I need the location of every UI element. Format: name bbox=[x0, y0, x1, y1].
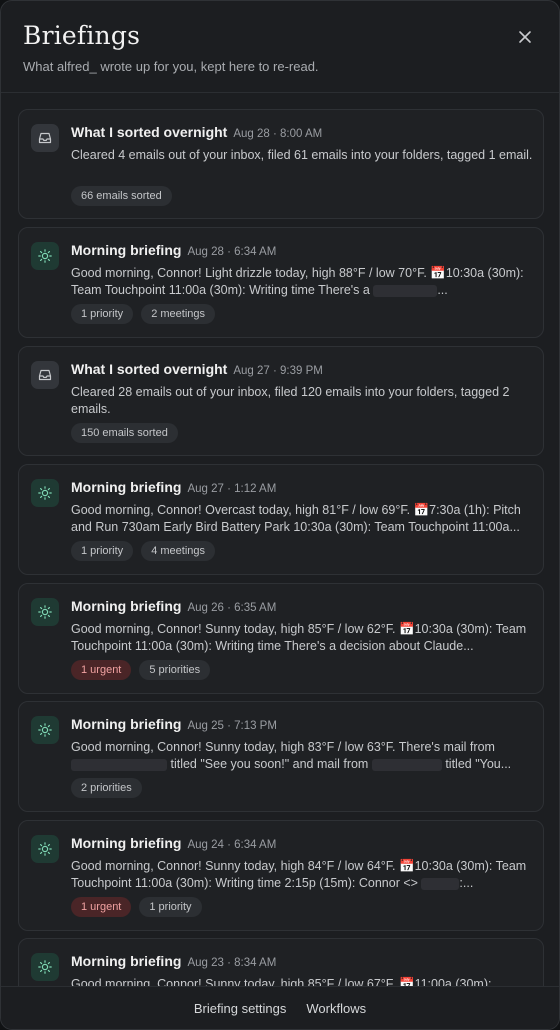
status-badge: 1 priority bbox=[71, 541, 134, 561]
tag-row: 1 urgent 5 priorities bbox=[71, 660, 211, 680]
card-body: Good morning, Connor! Sunny today, high … bbox=[71, 859, 527, 890]
card-title: Morning briefing Aug 27 · 1:12 AM bbox=[71, 479, 277, 495]
page-subtitle: What alfred_ wrote up for you, kept here… bbox=[23, 59, 319, 74]
card-time: Aug 27 · 1:12 AM bbox=[187, 483, 277, 495]
redacted-text bbox=[373, 284, 438, 297]
briefing-list[interactable]: What I sorted overnight Aug 28 · 8:00 AM … bbox=[1, 93, 559, 988]
briefing-card[interactable]: Morning briefing Aug 23 · 8:34 AM Good mo… bbox=[18, 938, 544, 988]
briefing-card[interactable]: Morning briefing Aug 25 · 7:13 PM Good mo… bbox=[18, 701, 544, 812]
card-time: Aug 24 · 6:34 AM bbox=[187, 839, 277, 851]
sun-icon bbox=[31, 598, 59, 626]
sun-icon bbox=[31, 716, 59, 744]
tag-row: 1 urgent 1 priority bbox=[71, 897, 202, 917]
tag-row: 1 priority 4 meetings bbox=[71, 541, 215, 561]
card-time: Aug 27 · 9:39 PM bbox=[233, 365, 323, 377]
page-title: Briefings bbox=[23, 21, 141, 50]
panel-header: Briefings What alfred_ wrote up for you,… bbox=[1, 1, 559, 93]
sun-icon bbox=[31, 835, 59, 863]
card-body: Cleared 4 emails out of your inbox, file… bbox=[71, 148, 533, 162]
status-badge: 4 meetings bbox=[141, 541, 215, 561]
briefing-card[interactable]: What I sorted overnight Aug 28 · 8:00 AM … bbox=[18, 109, 544, 219]
status-badge: 66 emails sorted bbox=[71, 186, 172, 206]
briefing-card[interactable]: Morning briefing Aug 24 · 6:34 AM Good mo… bbox=[18, 820, 544, 931]
card-title: Morning briefing Aug 23 · 8:34 AM bbox=[71, 953, 277, 969]
card-body: Good morning, Connor! Sunny today, high … bbox=[71, 622, 527, 653]
card-title: Morning briefing Aug 24 · 6:34 AM bbox=[71, 835, 277, 851]
card-title: Morning briefing Aug 25 · 7:13 PM bbox=[71, 716, 277, 732]
briefings-panel: Briefings What alfred_ wrote up for you,… bbox=[0, 0, 560, 1030]
card-time: Aug 26 · 6:35 AM bbox=[187, 602, 277, 614]
inbox-tray-icon bbox=[31, 124, 59, 152]
status-badge: 5 priorities bbox=[139, 660, 211, 680]
sun-icon bbox=[31, 953, 59, 981]
card-title: Morning briefing Aug 26 · 6:35 AM bbox=[71, 598, 277, 614]
status-badge: 1 priority bbox=[139, 897, 202, 917]
status-badge: 2 meetings bbox=[141, 304, 215, 324]
close-icon bbox=[519, 31, 531, 43]
tag-row: 150 emails sorted bbox=[71, 423, 178, 443]
status-badge: 2 priorities bbox=[71, 778, 142, 798]
briefing-card[interactable]: Morning briefing Aug 27 · 1:12 AM Good mo… bbox=[18, 464, 544, 575]
card-time: Aug 28 · 6:34 AM bbox=[187, 246, 277, 258]
card-title: Morning briefing Aug 28 · 6:34 AM bbox=[71, 242, 277, 258]
panel-footer: Briefing settings Workflows bbox=[1, 986, 559, 1029]
card-time: Aug 28 · 8:00 AM bbox=[233, 128, 323, 140]
redacted-text bbox=[71, 758, 167, 771]
urgent-badge: 1 urgent bbox=[71, 897, 132, 917]
tag-row: 2 priorities bbox=[71, 778, 142, 798]
card-body: Cleared 28 emails out of your inbox, fil… bbox=[71, 385, 510, 416]
tag-row: 66 emails sorted bbox=[71, 186, 172, 206]
redacted-text bbox=[371, 758, 442, 771]
close-button[interactable] bbox=[515, 27, 535, 47]
status-badge: 150 emails sorted bbox=[71, 423, 178, 443]
card-body: Good morning, Connor! Overcast today, hi… bbox=[71, 503, 521, 534]
sun-icon bbox=[31, 242, 59, 270]
briefing-card[interactable]: Morning briefing Aug 26 · 6:35 AM Good mo… bbox=[18, 583, 544, 694]
card-time: Aug 25 · 7:13 PM bbox=[187, 720, 277, 732]
tag-row: 1 priority 2 meetings bbox=[71, 304, 215, 324]
status-badge: 1 priority bbox=[71, 304, 134, 324]
briefing-card[interactable]: Morning briefing Aug 28 · 6:34 AM Good mo… bbox=[18, 227, 544, 338]
card-body: Good morning, Connor! Sunny today, high … bbox=[71, 740, 512, 771]
briefing-settings-link[interactable]: Briefing settings bbox=[194, 1001, 287, 1016]
redacted-text bbox=[421, 877, 460, 890]
briefing-card[interactable]: What I sorted overnight Aug 27 · 9:39 PM … bbox=[18, 346, 544, 456]
urgent-badge: 1 urgent bbox=[71, 660, 132, 680]
card-body: Good morning, Connor! Light drizzle toda… bbox=[71, 266, 524, 297]
inbox-tray-icon bbox=[31, 361, 59, 389]
sun-icon bbox=[31, 479, 59, 507]
card-title: What I sorted overnight Aug 27 · 9:39 PM bbox=[71, 361, 323, 377]
card-time: Aug 23 · 8:34 AM bbox=[187, 957, 277, 969]
card-title: What I sorted overnight Aug 28 · 8:00 AM bbox=[71, 124, 323, 140]
workflows-link[interactable]: Workflows bbox=[306, 1001, 366, 1016]
